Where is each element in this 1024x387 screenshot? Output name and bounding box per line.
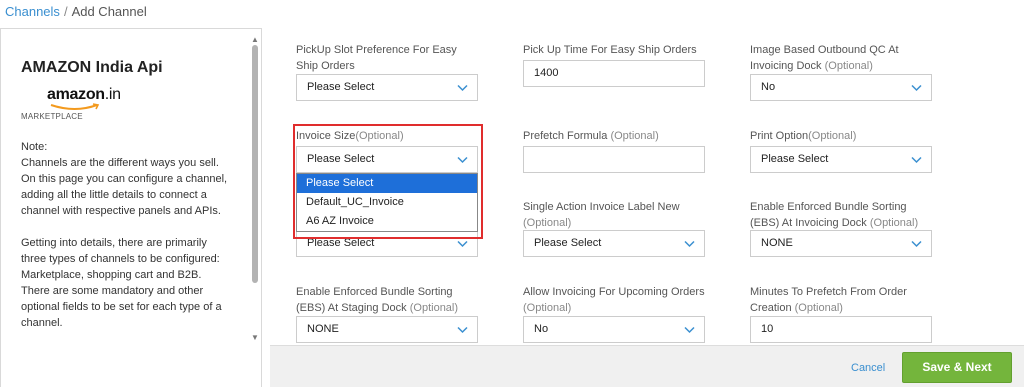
breadcrumb: Channels / Add Channel bbox=[5, 4, 147, 19]
prefetch-formula-input[interactable] bbox=[523, 146, 705, 173]
ebs-invoicing-select[interactable]: NONE bbox=[750, 230, 932, 257]
ebs-staging-value: NONE bbox=[307, 323, 339, 335]
chevron-down-icon bbox=[684, 240, 695, 248]
print-option-select[interactable]: Please Select bbox=[750, 146, 932, 173]
form-footer: Cancel Save & Next bbox=[270, 345, 1024, 387]
breadcrumb-separator: / bbox=[63, 4, 68, 19]
chevron-down-icon bbox=[684, 326, 695, 334]
scrollbar-thumb[interactable] bbox=[252, 45, 258, 283]
amazon-logo-suffix: .in bbox=[104, 86, 121, 103]
sidebar-content: AMAZON India Api amazon.in MARKETPLACE N… bbox=[21, 59, 231, 331]
ebs-staging-label: Enable Enforced Bundle Sorting (EBS) At … bbox=[296, 284, 478, 316]
optional-tag: (Optional) bbox=[869, 217, 919, 229]
note-heading: Note: bbox=[21, 141, 48, 153]
prefetch-formula-label-text: Prefetch Formula bbox=[523, 130, 608, 142]
upcoming-orders-label-text: Allow Invoicing For Upcoming Orders bbox=[523, 286, 705, 298]
optional-tag: (Optional) bbox=[409, 302, 459, 314]
ebs-invoicing-value: NONE bbox=[761, 237, 793, 249]
chevron-down-icon bbox=[911, 156, 922, 164]
invoice-size-dropdown-list: Please Select Default_UC_Invoice A6 AZ I… bbox=[296, 173, 478, 232]
note-paragraph-1: Channels are the different ways you sell… bbox=[21, 157, 228, 217]
single-action-label-text: Single Action Invoice Label New bbox=[523, 201, 680, 213]
chevron-down-icon bbox=[457, 326, 468, 334]
single-action-field: Single Action Invoice Label New (Optional… bbox=[523, 199, 705, 257]
channel-type-label: MARKETPLACE bbox=[21, 112, 83, 121]
save-and-next-button[interactable]: Save & Next bbox=[902, 352, 1012, 383]
pickup-time-label: Pick Up Time For Easy Ship Orders bbox=[523, 44, 697, 56]
dropdown-option[interactable]: A6 AZ Invoice bbox=[297, 212, 477, 231]
optional-tag: (Optional) bbox=[523, 302, 572, 314]
pickup-time-field: Pick Up Time For Easy Ship Orders 1400 bbox=[523, 42, 705, 87]
optional-tag: (Optional) bbox=[808, 130, 857, 142]
print-option-label-text: Print Option bbox=[750, 130, 809, 142]
upcoming-orders-select[interactable]: No bbox=[523, 316, 705, 343]
sidebar-scrollbar[interactable]: ▲ ▼ bbox=[249, 29, 261, 387]
chevron-down-icon bbox=[911, 240, 922, 248]
amazon-smile-icon bbox=[50, 103, 100, 110]
image-qc-field: Image Based Outbound QC At Invoicing Doc… bbox=[750, 42, 932, 101]
channel-title: AMAZON India Api bbox=[21, 59, 163, 76]
pickup-slot-value: Please Select bbox=[307, 81, 375, 93]
scroll-up-arrow-icon[interactable]: ▲ bbox=[251, 35, 259, 44]
optional-tag: (Optional) bbox=[824, 60, 873, 72]
prefetch-minutes-value: 10 bbox=[761, 323, 774, 335]
prefetch-minutes-input[interactable]: 10 bbox=[750, 316, 932, 343]
image-qc-label: Image Based Outbound QC At Invoicing Doc… bbox=[750, 42, 932, 74]
breadcrumb-current: Add Channel bbox=[71, 4, 147, 19]
pickup-slot-label: PickUp Slot Preference For Easy Ship Ord… bbox=[296, 44, 457, 72]
note-paragraph-2: Getting into details, there are primaril… bbox=[21, 237, 222, 329]
breadcrumb-channels-link[interactable]: Channels bbox=[5, 4, 60, 19]
ebs-invoicing-label: Enable Enforced Bundle Sorting (EBS) At … bbox=[750, 199, 932, 231]
ebs-invoicing-field: Enable Enforced Bundle Sorting (EBS) At … bbox=[750, 199, 932, 257]
chevron-down-icon bbox=[457, 84, 468, 92]
amazon-logo-text: amazon bbox=[47, 86, 105, 103]
optional-tag: (Optional) bbox=[523, 217, 572, 229]
optional-tag: (Optional) bbox=[610, 130, 659, 142]
pickup-slot-select[interactable]: Please Select bbox=[296, 74, 478, 101]
print-option-label: Print Option(Optional) bbox=[750, 128, 932, 144]
channel-info-sidebar: AMAZON India Api amazon.in MARKETPLACE N… bbox=[0, 28, 262, 387]
dropdown-option[interactable]: Please Select bbox=[297, 174, 477, 193]
prefetch-formula-field: Prefetch Formula (Optional) bbox=[523, 128, 705, 173]
amazon-logo: amazon.in bbox=[47, 86, 231, 112]
chevron-down-icon bbox=[457, 240, 468, 248]
cancel-button[interactable]: Cancel bbox=[851, 362, 885, 374]
single-action-label: Single Action Invoice Label New (Optional… bbox=[523, 199, 705, 231]
upcoming-orders-value: No bbox=[534, 323, 549, 335]
print-option-field: Print Option(Optional) Please Select bbox=[750, 128, 932, 173]
prefetch-minutes-label: Minutes To Prefetch From Order Creation … bbox=[750, 284, 932, 316]
pickup-slot-field: PickUp Slot Preference For Easy Ship Ord… bbox=[296, 42, 478, 101]
upcoming-orders-field: Allow Invoicing For Upcoming Orders (Opti… bbox=[523, 284, 705, 343]
image-qc-value: No bbox=[761, 81, 776, 93]
single-action-value: Please Select bbox=[534, 237, 602, 249]
chevron-down-icon bbox=[911, 84, 922, 92]
prefetch-formula-label: Prefetch Formula (Optional) bbox=[523, 128, 705, 144]
image-qc-select[interactable]: No bbox=[750, 74, 932, 101]
ebs-staging-select[interactable]: NONE bbox=[296, 316, 478, 343]
dropdown-option[interactable]: Default_UC_Invoice bbox=[297, 193, 477, 212]
ebs-staging-field: Enable Enforced Bundle Sorting (EBS) At … bbox=[296, 284, 478, 343]
print-option-value: Please Select bbox=[761, 153, 829, 165]
upcoming-orders-label: Allow Invoicing For Upcoming Orders (Opti… bbox=[523, 284, 705, 316]
prefetch-minutes-field: Minutes To Prefetch From Order Creation … bbox=[750, 284, 932, 343]
pickup-time-input[interactable]: 1400 bbox=[523, 60, 705, 87]
single-action-select[interactable]: Please Select bbox=[523, 230, 705, 257]
pickup-time-value: 1400 bbox=[534, 67, 559, 79]
optional-tag: (Optional) bbox=[794, 302, 843, 314]
scroll-down-arrow-icon[interactable]: ▼ bbox=[251, 333, 259, 342]
